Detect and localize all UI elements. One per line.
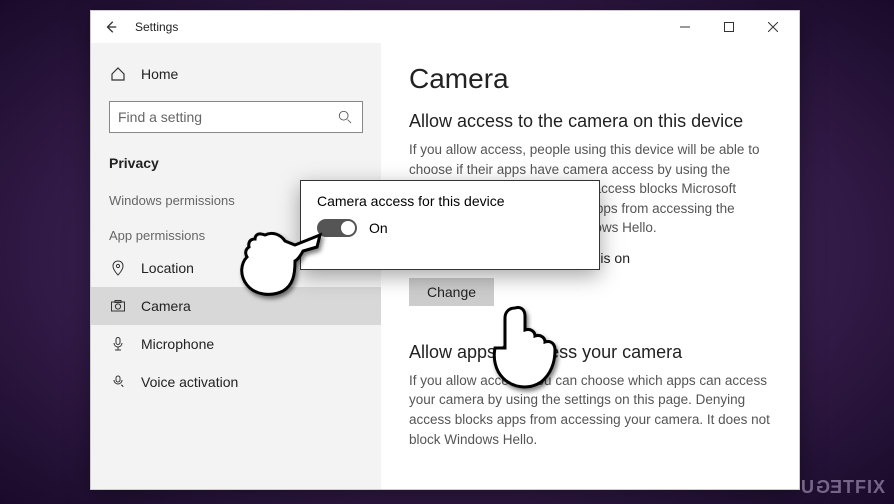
search-input[interactable]: Find a setting [109, 101, 363, 133]
nav-label: Microphone [141, 336, 214, 352]
minimize-button[interactable] [663, 11, 707, 43]
window-title: Settings [135, 20, 178, 34]
search-icon [336, 108, 354, 126]
page-title: Camera [409, 63, 771, 95]
arrow-left-icon [104, 20, 118, 34]
cursor-hand-icon [225, 225, 325, 320]
sidebar-home[interactable]: Home [91, 57, 381, 91]
voice-icon [109, 373, 127, 391]
location-icon [109, 259, 127, 277]
popup-title: Camera access for this device [317, 193, 583, 209]
nav-label: Camera [141, 298, 191, 314]
microphone-icon [109, 335, 127, 353]
section-allow-access-title: Allow access to the camera on this devic… [409, 111, 771, 132]
sidebar-home-label: Home [141, 66, 178, 82]
section-allow-apps-desc: If you allow access, you can choose whic… [409, 371, 771, 449]
search-placeholder: Find a setting [118, 109, 336, 125]
section-allow-apps-title: Allow apps to access your camera [409, 342, 771, 363]
nav-label: Location [141, 260, 194, 276]
camera-icon [109, 297, 127, 315]
watermark: UGƎTFIX [801, 477, 886, 498]
sidebar-section: Privacy [91, 147, 381, 179]
camera-access-popup: Camera access for this device On [300, 180, 600, 270]
maximize-button[interactable] [707, 11, 751, 43]
close-button[interactable] [751, 11, 795, 43]
titlebar: Settings [91, 11, 799, 43]
sidebar-item-voice-activation[interactable]: Voice activation [91, 363, 381, 401]
nav-label: Voice activation [141, 374, 238, 390]
window-controls [663, 11, 795, 43]
back-button[interactable] [95, 11, 127, 43]
sidebar-item-microphone[interactable]: Microphone [91, 325, 381, 363]
home-icon [109, 65, 127, 83]
toggle-state-label: On [369, 220, 388, 236]
cursor-hand-icon [475, 300, 565, 405]
